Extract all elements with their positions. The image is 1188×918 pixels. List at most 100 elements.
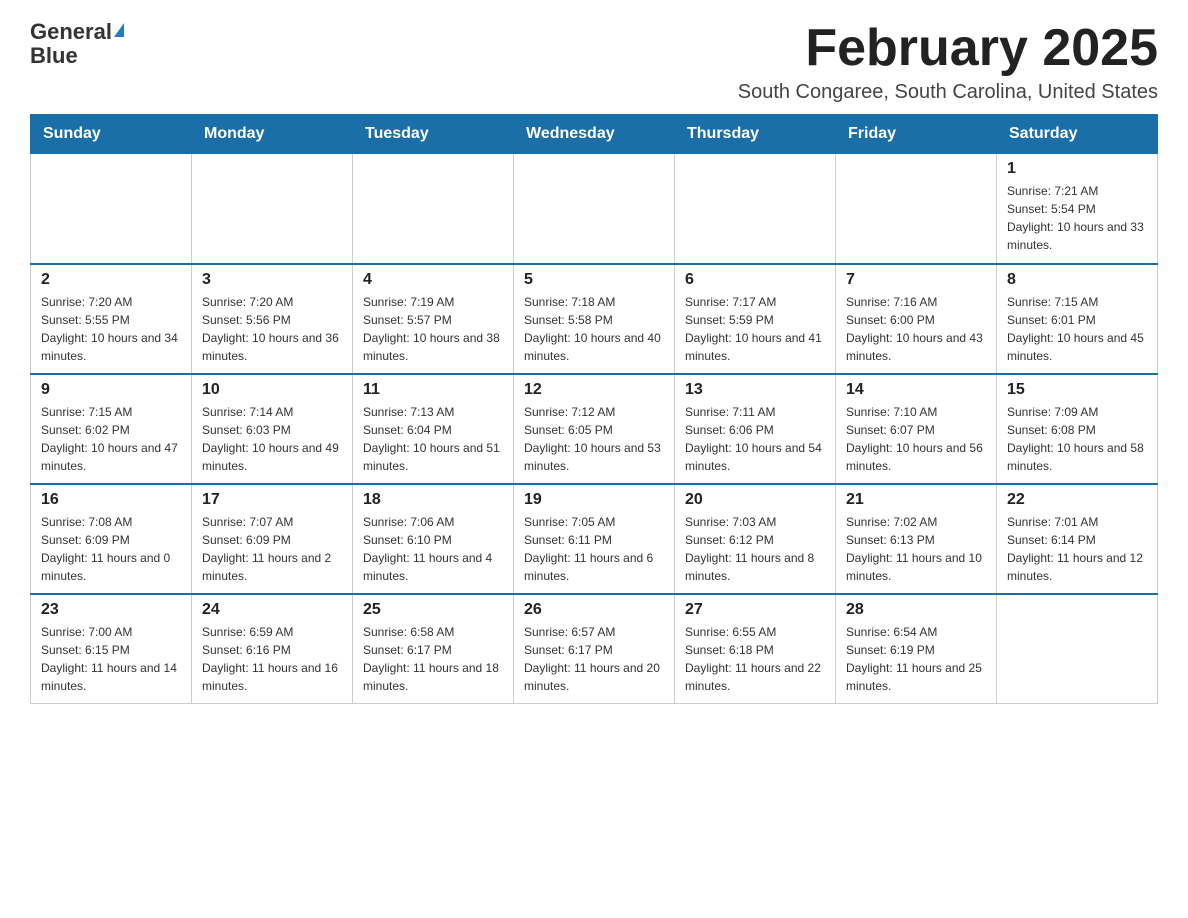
month-title: February 2025 [738,20,1158,77]
day-number: 25 [363,601,503,619]
cell-sun-info: Sunrise: 7:05 AMSunset: 6:11 PMDaylight:… [524,513,664,585]
calendar-week-4: 16 Sunrise: 7:08 AMSunset: 6:09 PMDayligh… [31,484,1158,594]
table-row: 16 Sunrise: 7:08 AMSunset: 6:09 PMDayligh… [31,484,192,594]
cell-sun-info: Sunrise: 7:15 AMSunset: 6:02 PMDaylight:… [41,403,181,475]
table-row: 26 Sunrise: 6:57 AMSunset: 6:17 PMDayligh… [514,594,675,704]
day-number: 11 [363,381,503,399]
table-row [514,154,675,264]
calendar-week-3: 9 Sunrise: 7:15 AMSunset: 6:02 PMDaylight… [31,374,1158,484]
table-row: 3Sunrise: 7:20 AMSunset: 5:56 PMDaylight… [192,264,353,374]
cell-sun-info: Sunrise: 6:55 AMSunset: 6:18 PMDaylight:… [685,623,825,695]
cell-sun-info: Sunrise: 7:12 AMSunset: 6:05 PMDaylight:… [524,403,664,475]
table-row: 6 Sunrise: 7:17 AMSunset: 5:59 PMDaylight… [675,264,836,374]
col-tuesday: Tuesday [353,115,514,154]
logo: General Blue [30,20,124,68]
cell-sun-info: Sunrise: 7:07 AMSunset: 6:09 PMDaylight:… [202,513,342,585]
cell-sun-info: Sunrise: 7:13 AMSunset: 6:04 PMDaylight:… [363,403,503,475]
cell-sun-info: Sunrise: 6:58 AMSunset: 6:17 PMDaylight:… [363,623,503,695]
day-number: 4 [363,271,503,289]
table-row: 21 Sunrise: 7:02 AMSunset: 6:13 PMDayligh… [836,484,997,594]
table-row: 19 Sunrise: 7:05 AMSunset: 6:11 PMDayligh… [514,484,675,594]
calendar-week-2: 2 Sunrise: 7:20 AMSunset: 5:55 PMDaylight… [31,264,1158,374]
day-number: 6 [685,271,825,289]
cell-sun-info: Sunrise: 7:09 AMSunset: 6:08 PMDaylight:… [1007,403,1147,475]
cell-sun-info: Sunrise: 7:02 AMSunset: 6:13 PMDaylight:… [846,513,986,585]
day-number: 26 [524,601,664,619]
table-row [31,154,192,264]
calendar-table: Sunday Monday Tuesday Wednesday Thursday… [30,114,1158,704]
cell-sun-info: Sunrise: 7:17 AMSunset: 5:59 PMDaylight:… [685,293,825,365]
cell-sun-info: Sunrise: 7:01 AMSunset: 6:14 PMDaylight:… [1007,513,1147,585]
table-row: 7 Sunrise: 7:16 AMSunset: 6:00 PMDaylight… [836,264,997,374]
cell-sun-info: Sunrise: 7:18 AMSunset: 5:58 PMDaylight:… [524,293,664,365]
table-row: 14Sunrise: 7:10 AMSunset: 6:07 PMDayligh… [836,374,997,484]
table-row: 28 Sunrise: 6:54 AMSunset: 6:19 PMDayligh… [836,594,997,704]
cell-sun-info: Sunrise: 7:15 AMSunset: 6:01 PMDaylight:… [1007,293,1147,365]
day-number: 23 [41,601,181,619]
col-thursday: Thursday [675,115,836,154]
day-number: 21 [846,491,986,509]
cell-sun-info: Sunrise: 7:08 AMSunset: 6:09 PMDaylight:… [41,513,181,585]
table-row [353,154,514,264]
day-number: 10 [202,381,342,399]
day-number: 1 [1007,160,1147,178]
cell-sun-info: Sunrise: 7:20 AMSunset: 5:55 PMDaylight:… [41,293,181,365]
cell-sun-info: Sunrise: 7:16 AMSunset: 6:00 PMDaylight:… [846,293,986,365]
page-header: General Blue February 2025 South Congare… [30,20,1158,104]
table-row: 27 Sunrise: 6:55 AMSunset: 6:18 PMDayligh… [675,594,836,704]
calendar-week-5: 23 Sunrise: 7:00 AMSunset: 6:15 PMDayligh… [31,594,1158,704]
cell-sun-info: Sunrise: 6:54 AMSunset: 6:19 PMDaylight:… [846,623,986,695]
table-row: 5 Sunrise: 7:18 AMSunset: 5:58 PMDaylight… [514,264,675,374]
cell-sun-info: Sunrise: 7:03 AMSunset: 6:12 PMDaylight:… [685,513,825,585]
location-subtitle: South Congaree, South Carolina, United S… [738,81,1158,104]
cell-sun-info: Sunrise: 7:19 AMSunset: 5:57 PMDaylight:… [363,293,503,365]
cell-sun-info: Sunrise: 7:21 AMSunset: 5:54 PMDaylight:… [1007,182,1147,254]
day-number: 22 [1007,491,1147,509]
table-row: 13Sunrise: 7:11 AMSunset: 6:06 PMDayligh… [675,374,836,484]
day-number: 9 [41,381,181,399]
day-number: 2 [41,271,181,289]
col-sunday: Sunday [31,115,192,154]
table-row: 9 Sunrise: 7:15 AMSunset: 6:02 PMDaylight… [31,374,192,484]
day-number: 28 [846,601,986,619]
cell-sun-info: Sunrise: 7:06 AMSunset: 6:10 PMDaylight:… [363,513,503,585]
table-row: 12 Sunrise: 7:12 AMSunset: 6:05 PMDayligh… [514,374,675,484]
cell-sun-info: Sunrise: 7:00 AMSunset: 6:15 PMDaylight:… [41,623,181,695]
day-number: 12 [524,381,664,399]
day-number: 17 [202,491,342,509]
calendar-week-1: 1 Sunrise: 7:21 AMSunset: 5:54 PMDaylight… [31,154,1158,264]
col-friday: Friday [836,115,997,154]
col-wednesday: Wednesday [514,115,675,154]
table-row: 22 Sunrise: 7:01 AMSunset: 6:14 PMDayligh… [997,484,1158,594]
table-row [997,594,1158,704]
table-row: 20 Sunrise: 7:03 AMSunset: 6:12 PMDayligh… [675,484,836,594]
day-number: 16 [41,491,181,509]
day-number: 15 [1007,381,1147,399]
cell-sun-info: Sunrise: 7:14 AMSunset: 6:03 PMDaylight:… [202,403,342,475]
table-row: 25 Sunrise: 6:58 AMSunset: 6:17 PMDayligh… [353,594,514,704]
col-monday: Monday [192,115,353,154]
cell-sun-info: Sunrise: 6:59 AMSunset: 6:16 PMDaylight:… [202,623,342,695]
table-row: 4 Sunrise: 7:19 AMSunset: 5:57 PMDaylight… [353,264,514,374]
logo-text-blue: Blue [30,44,78,68]
table-row: 18 Sunrise: 7:06 AMSunset: 6:10 PMDayligh… [353,484,514,594]
day-number: 5 [524,271,664,289]
table-row: 23 Sunrise: 7:00 AMSunset: 6:15 PMDayligh… [31,594,192,704]
title-area: February 2025 South Congaree, South Caro… [738,20,1158,104]
table-row: 24 Sunrise: 6:59 AMSunset: 6:16 PMDayligh… [192,594,353,704]
cell-sun-info: Sunrise: 7:10 AMSunset: 6:07 PMDaylight:… [846,403,986,475]
table-row: 11 Sunrise: 7:13 AMSunset: 6:04 PMDayligh… [353,374,514,484]
logo-text-general: General [30,20,112,44]
day-number: 18 [363,491,503,509]
day-number: 24 [202,601,342,619]
day-number: 20 [685,491,825,509]
day-number: 19 [524,491,664,509]
table-row: 10 Sunrise: 7:14 AMSunset: 6:03 PMDayligh… [192,374,353,484]
table-row: 17 Sunrise: 7:07 AMSunset: 6:09 PMDayligh… [192,484,353,594]
cell-sun-info: Sunrise: 6:57 AMSunset: 6:17 PMDaylight:… [524,623,664,695]
day-number: 7 [846,271,986,289]
day-number: 27 [685,601,825,619]
table-row: 2 Sunrise: 7:20 AMSunset: 5:55 PMDaylight… [31,264,192,374]
table-row [836,154,997,264]
table-row: 1 Sunrise: 7:21 AMSunset: 5:54 PMDaylight… [997,154,1158,264]
